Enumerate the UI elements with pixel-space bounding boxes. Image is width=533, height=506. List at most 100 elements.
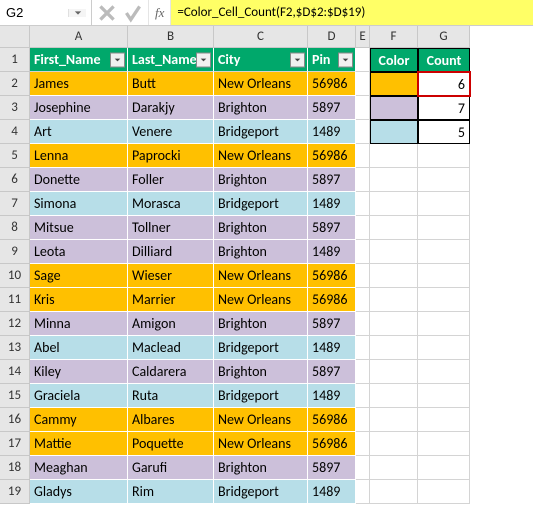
cell-last-13[interactable]: Maclead [128,336,214,360]
cell-last-17[interactable]: Poquette [128,432,214,456]
cancel-formula-button[interactable] [96,2,118,24]
cell-E2[interactable] [356,72,370,96]
cell-last-8[interactable]: Tollner [128,216,214,240]
row-header-6[interactable]: 6 [0,168,30,192]
cell-E8[interactable] [356,216,370,240]
cell-G7[interactable] [418,192,470,216]
cell-pin-13[interactable]: 1489 [308,336,356,360]
cell-E15[interactable] [356,384,370,408]
cell-pin-3[interactable]: 5897 [308,96,356,120]
cell-pin-2[interactable]: 56986 [308,72,356,96]
cell-G12[interactable] [418,312,470,336]
row-header-12[interactable]: 12 [0,312,30,336]
cell-F14[interactable] [370,360,418,384]
col-header-G[interactable]: G [418,26,470,48]
cell-pin-12[interactable]: 5897 [308,312,356,336]
row-header-9[interactable]: 9 [0,240,30,264]
cell-first-15[interactable]: Graciela [30,384,128,408]
cell-G10[interactable] [418,264,470,288]
name-box-dropdown[interactable] [68,9,86,17]
cell-pin-9[interactable]: 1489 [308,240,356,264]
accept-formula-button[interactable] [122,2,144,24]
cell-G16[interactable] [418,408,470,432]
cell-G6[interactable] [418,168,470,192]
cell-city-19[interactable]: Bridgeport [214,480,308,504]
cell-city-14[interactable]: Brighton [214,360,308,384]
cell-city-9[interactable]: Brighton [214,240,308,264]
cell-first-4[interactable]: Art [30,120,128,144]
cell-last-12[interactable]: Amigon [128,312,214,336]
cell-first-12[interactable]: Minna [30,312,128,336]
cell-city-17[interactable]: New Orleans [214,432,308,456]
cell-F18[interactable] [370,456,418,480]
filter-dropdown-button[interactable] [338,52,353,67]
cell-G19[interactable] [418,480,470,504]
col-header-D[interactable]: D [308,26,356,48]
cell-city-18[interactable]: Brighton [214,456,308,480]
cell-city-2[interactable]: New Orleans [214,72,308,96]
row-header-15[interactable]: 15 [0,384,30,408]
cell-E1[interactable] [356,48,370,72]
cell-first-10[interactable]: Sage [30,264,128,288]
cell-F6[interactable] [370,168,418,192]
cell-last-19[interactable]: Rim [128,480,214,504]
row-header-10[interactable]: 10 [0,264,30,288]
cell-E7[interactable] [356,192,370,216]
cell-city-12[interactable]: Brighton [214,312,308,336]
cell-last-5[interactable]: Paprocki [128,144,214,168]
side-header-color[interactable]: Color [370,48,418,72]
cell-last-9[interactable]: Dilliard [128,240,214,264]
col-header-C[interactable]: C [214,26,308,48]
cell-pin-14[interactable]: 5897 [308,360,356,384]
cell-city-7[interactable]: Bridgeport [214,192,308,216]
row-header-19[interactable]: 19 [0,480,30,504]
cell-last-14[interactable]: Caldarera [128,360,214,384]
cell-F12[interactable] [370,312,418,336]
table-header-b[interactable]: Last_Name [128,48,214,72]
cell-pin-16[interactable]: 56986 [308,408,356,432]
cell-first-9[interactable]: Leota [30,240,128,264]
cell-first-14[interactable]: Kiley [30,360,128,384]
cell-pin-15[interactable]: 1489 [308,384,356,408]
cell-first-6[interactable]: Donette [30,168,128,192]
table-header-c[interactable]: City [214,48,308,72]
cell-F13[interactable] [370,336,418,360]
cell-E13[interactable] [356,336,370,360]
cell-E14[interactable] [356,360,370,384]
cell-first-18[interactable]: Meaghan [30,456,128,480]
cell-last-10[interactable]: Wieser [128,264,214,288]
cell-E18[interactable] [356,456,370,480]
cell-E12[interactable] [356,312,370,336]
cell-F5[interactable] [370,144,418,168]
row-header-2[interactable]: 2 [0,72,30,96]
cell-F10[interactable] [370,264,418,288]
row-header-16[interactable]: 16 [0,408,30,432]
cell-E6[interactable] [356,168,370,192]
cell-first-3[interactable]: Josephine [30,96,128,120]
cell-G17[interactable] [418,432,470,456]
row-header-18[interactable]: 18 [0,456,30,480]
cell-pin-18[interactable]: 5897 [308,456,356,480]
cell-G5[interactable] [418,144,470,168]
filter-dropdown-button[interactable] [290,52,305,67]
cell-first-17[interactable]: Mattie [30,432,128,456]
cell-last-16[interactable]: Albares [128,408,214,432]
cell-city-6[interactable]: Brighton [214,168,308,192]
cell-first-19[interactable]: Gladys [30,480,128,504]
name-box[interactable] [0,5,68,20]
cell-F9[interactable] [370,240,418,264]
formula-input[interactable]: =Color_Cell_Count(F2,$D$2:$D$19) [171,0,533,25]
cell-pin-11[interactable]: 56986 [308,288,356,312]
cell-first-16[interactable]: Cammy [30,408,128,432]
cell-city-4[interactable]: Bridgeport [214,120,308,144]
cell-G18[interactable] [418,456,470,480]
cell-pin-19[interactable]: 1489 [308,480,356,504]
row-header-11[interactable]: 11 [0,288,30,312]
cell-city-5[interactable]: New Orleans [214,144,308,168]
color-swatch-3[interactable] [370,96,418,120]
cell-G9[interactable] [418,240,470,264]
cell-F11[interactable] [370,288,418,312]
row-header-3[interactable]: 3 [0,96,30,120]
cell-pin-8[interactable]: 5897 [308,216,356,240]
cell-city-13[interactable]: Bridgeport [214,336,308,360]
